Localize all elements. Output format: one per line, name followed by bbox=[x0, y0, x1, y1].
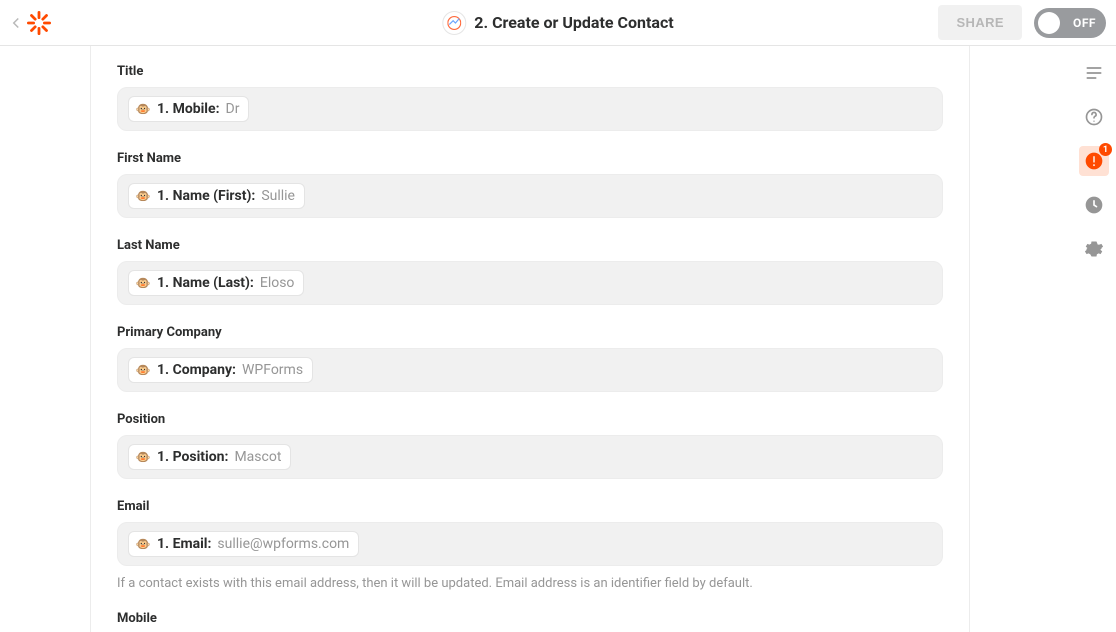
form-field: Email 🐵 1. Email: sullie@wpforms.com If a c… bbox=[117, 499, 943, 591]
pill-value: Dr bbox=[226, 101, 240, 117]
field-label: First Name bbox=[117, 151, 943, 166]
top-actions: SHARE OFF bbox=[938, 5, 1106, 40]
share-button[interactable]: SHARE bbox=[938, 5, 1022, 40]
mapped-value-pill[interactable]: 🐵 1. Name (First): Sullie bbox=[128, 183, 305, 209]
pill-label: 1. Email: bbox=[157, 536, 211, 552]
source-app-icon: 🐵 bbox=[135, 275, 151, 291]
outline-icon[interactable] bbox=[1079, 58, 1109, 88]
app-icon bbox=[442, 11, 466, 35]
pill-label: 1. Name (Last): bbox=[157, 275, 254, 291]
source-app-icon: 🐵 bbox=[135, 362, 151, 378]
form-field: Title 🐵 1. Mobile: Dr bbox=[117, 64, 943, 131]
mapped-value-pill[interactable]: 🐵 1. Name (Last): Eloso bbox=[128, 270, 304, 296]
toggle-knob bbox=[1038, 12, 1060, 34]
settings-icon[interactable] bbox=[1079, 234, 1109, 264]
mapped-value-pill[interactable]: 🐵 1. Position: Mascot bbox=[128, 444, 291, 470]
field-label: Primary Company bbox=[117, 325, 943, 340]
pill-label: 1. Company: bbox=[157, 362, 236, 378]
form-field: Primary Company 🐵 1. Company: WPForms bbox=[117, 325, 943, 392]
help-icon[interactable] bbox=[1079, 102, 1109, 132]
form-field: Mobile🐵1. Mobile: +12015550113 bbox=[117, 611, 943, 632]
pill-label: 1. Mobile: bbox=[157, 101, 220, 117]
mapped-value-pill[interactable]: 🐵 1. Company: WPForms bbox=[128, 357, 313, 383]
right-rail: 1 bbox=[1072, 46, 1116, 632]
back-arrow-icon[interactable] bbox=[10, 17, 22, 29]
publish-toggle[interactable]: OFF bbox=[1034, 8, 1106, 38]
field-input[interactable]: 🐵 1. Email: sullie@wpforms.com bbox=[117, 522, 943, 566]
field-input[interactable]: 🐵 1. Name (First): Sullie bbox=[117, 174, 943, 218]
pill-label: 1. Position: bbox=[157, 449, 228, 465]
source-app-icon: 🐵 bbox=[135, 449, 151, 465]
pill-value: Sullie bbox=[261, 188, 295, 204]
page-title-wrap: 2. Create or Update Contact bbox=[442, 11, 673, 35]
field-label: Mobile bbox=[117, 611, 943, 626]
top-bar: 2. Create or Update Contact SHARE OFF bbox=[0, 0, 1116, 46]
field-label: Last Name bbox=[117, 238, 943, 253]
field-helper-text: If a contact exists with this email addr… bbox=[117, 576, 943, 591]
mapped-value-pill[interactable]: 🐵 1. Email: sullie@wpforms.com bbox=[128, 531, 359, 557]
field-input[interactable]: 🐵 1. Name (Last): Eloso bbox=[117, 261, 943, 305]
field-label: Email bbox=[117, 499, 943, 514]
pill-label: 1. Name (First): bbox=[157, 188, 255, 204]
history-icon[interactable] bbox=[1079, 190, 1109, 220]
field-label: Title bbox=[117, 64, 943, 79]
field-input[interactable]: 🐵 1. Position: Mascot bbox=[117, 435, 943, 479]
form-field: Last Name 🐵 1. Name (Last): Eloso bbox=[117, 238, 943, 305]
alert-icon[interactable]: 1 bbox=[1079, 146, 1109, 176]
source-app-icon: 🐵 bbox=[135, 101, 151, 117]
field-input[interactable]: 🐵 1. Mobile: Dr bbox=[117, 87, 943, 131]
source-app-icon: 🐵 bbox=[135, 188, 151, 204]
pill-value: WPForms bbox=[242, 362, 303, 378]
pill-value: Eloso bbox=[260, 275, 295, 291]
pill-value: Mascot bbox=[234, 449, 281, 465]
stage: Title 🐵 1. Mobile: Dr First Name 🐵 1. Name (F… bbox=[0, 46, 1072, 632]
toggle-label: OFF bbox=[1073, 16, 1096, 30]
pill-value: sullie@wpforms.com bbox=[217, 536, 349, 552]
page-title: 2. Create or Update Contact bbox=[474, 13, 673, 32]
form-panel: Title 🐵 1. Mobile: Dr First Name 🐵 1. Name (F… bbox=[90, 46, 970, 632]
field-label: Position bbox=[117, 412, 943, 427]
source-app-icon: 🐵 bbox=[135, 536, 151, 552]
mapped-value-pill[interactable]: 🐵 1. Mobile: Dr bbox=[128, 96, 249, 122]
form-field: First Name 🐵 1. Name (First): Sullie bbox=[117, 151, 943, 218]
form-field: Position 🐵 1. Position: Mascot bbox=[117, 412, 943, 479]
zapier-logo-icon[interactable] bbox=[26, 10, 52, 36]
field-input[interactable]: 🐵 1. Company: WPForms bbox=[117, 348, 943, 392]
alert-badge: 1 bbox=[1099, 143, 1112, 156]
